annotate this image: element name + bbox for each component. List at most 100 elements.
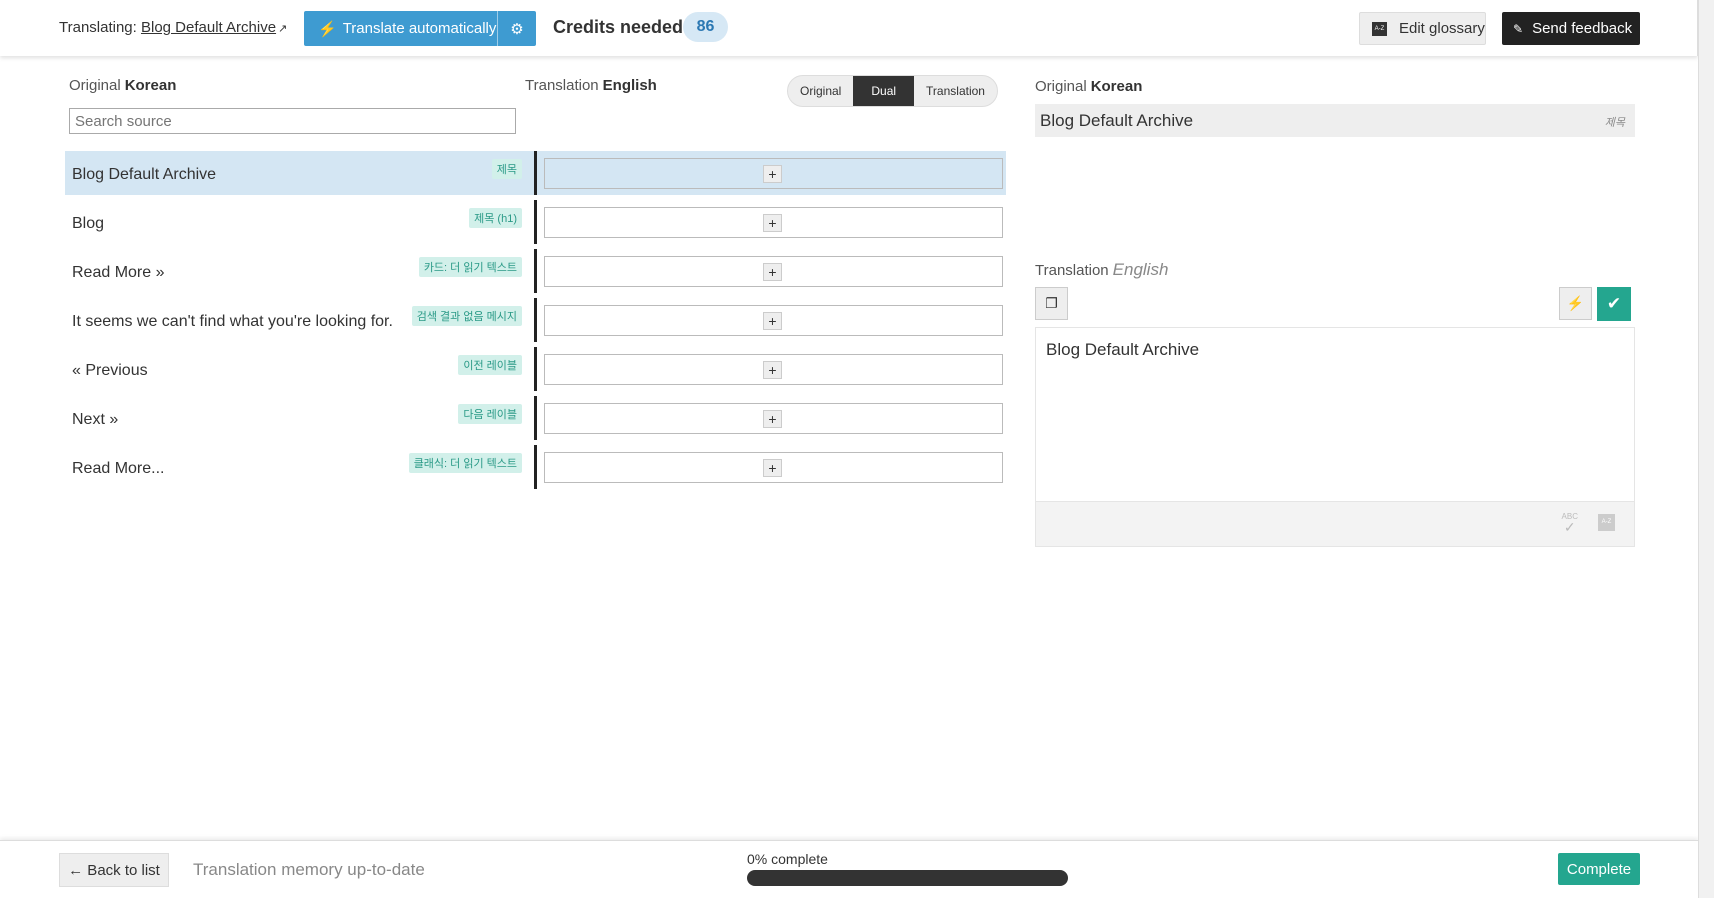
detail-original-lang: Korean	[1090, 78, 1143, 95]
add-translation-button[interactable]: +	[763, 263, 782, 281]
view-mode-toggle: Original Dual Translation	[787, 75, 998, 107]
translation-label: Translation	[525, 77, 599, 94]
segment-source[interactable]: Blog 제목 (h1)	[65, 200, 534, 244]
bottom-toolbar: ← Back to list Translation memory up-to-…	[0, 840, 1698, 898]
segment-row[interactable]: It seems we can't find what you're looki…	[65, 298, 1006, 342]
segment-target-input[interactable]: +	[544, 305, 1003, 336]
spellcheck-icon[interactable]: ABC ✓	[1562, 512, 1578, 534]
segment-tag: 클래식: 더 읽기 텍스트	[408, 453, 522, 473]
search-source-input[interactable]	[69, 108, 516, 134]
translate-automatically-button[interactable]: ⚡ Translate automatically ⚙	[304, 11, 536, 46]
copy-source-button[interactable]: ❐	[1035, 287, 1068, 320]
segment-target-input[interactable]: +	[544, 354, 1003, 385]
glossary-icon[interactable]: A-Z	[1598, 514, 1615, 531]
translating-label: Translating:	[59, 19, 137, 36]
add-translation-button[interactable]: +	[763, 361, 782, 379]
detail-translation-header: Translation English	[1035, 260, 1168, 280]
segment-tag: 제목	[491, 159, 522, 179]
segment-source-text: Blog	[72, 215, 105, 232]
scrollbar[interactable]	[1698, 0, 1714, 898]
add-translation-button[interactable]: +	[763, 459, 782, 477]
original-label: Original	[69, 77, 121, 94]
translation-lang: English	[602, 77, 657, 94]
segment-source-text: Read More...	[72, 460, 165, 477]
segment-target-input[interactable]: +	[544, 158, 1003, 189]
segment-source[interactable]: Read More... 클래식: 더 읽기 텍스트	[65, 445, 534, 489]
view-mode-original[interactable]: Original	[788, 76, 853, 106]
segment-tag: 카드: 더 읽기 텍스트	[418, 257, 522, 277]
segment-target-input[interactable]: +	[544, 403, 1003, 434]
translation-language-header: Translation English	[525, 77, 657, 94]
progress-bar	[747, 870, 1068, 886]
glossary-icon: A-Z	[1372, 21, 1387, 36]
original-language-header: Original Korean	[69, 77, 176, 94]
detail-original-label: Original	[1035, 78, 1087, 95]
credits-label: Credits needed	[553, 17, 684, 37]
segment-row[interactable]: Read More » 카드: 더 읽기 텍스트 +	[65, 249, 1006, 293]
segment-tag: 이전 레이블	[458, 355, 522, 375]
view-mode-translation[interactable]: Translation	[914, 76, 997, 106]
back-to-list-button[interactable]: ← Back to list	[59, 853, 169, 887]
top-toolbar: Translating: Blog Default Archive ↗ ⚡ Tra…	[0, 0, 1698, 56]
segment-target-wrap: +	[537, 200, 1006, 244]
detail-original-value: Blog Default Archive	[1040, 111, 1194, 130]
segment-target-input[interactable]: +	[544, 207, 1003, 238]
segment-target-wrap: +	[537, 249, 1006, 293]
page-link[interactable]: Blog Default Archive	[141, 19, 276, 36]
segment-source-text: It seems we can't find what you're looki…	[72, 313, 393, 330]
segment-row[interactable]: Blog 제목 (h1) +	[65, 200, 1006, 244]
segment-target-wrap: +	[537, 445, 1006, 489]
send-feedback-button[interactable]: ✎ Send feedback	[1502, 12, 1640, 45]
lightning-icon: ⚡	[1566, 295, 1585, 311]
segment-source-text: Blog Default Archive	[72, 166, 217, 183]
original-lang: Korean	[124, 77, 177, 94]
pencil-icon: ✎	[1513, 21, 1524, 36]
segment-source[interactable]: Blog Default Archive 제목	[65, 151, 534, 195]
copy-icon: ❐	[1045, 295, 1058, 311]
segment-tag: 다음 레이블	[458, 404, 522, 424]
send-feedback-label: Send feedback	[1532, 20, 1633, 37]
segment-source-text: Next »	[72, 411, 119, 428]
add-translation-button[interactable]: +	[763, 312, 782, 330]
segment-row[interactable]: Read More... 클래식: 더 읽기 텍스트 +	[65, 445, 1006, 489]
detail-translation-lang: English	[1112, 260, 1169, 279]
add-translation-button[interactable]: +	[763, 410, 782, 428]
check-icon: ✔	[1606, 294, 1622, 313]
segment-source-text: Read More »	[72, 264, 165, 281]
view-mode-dual[interactable]: Dual	[853, 76, 915, 106]
segment-row[interactable]: « Previous 이전 레이블 +	[65, 347, 1006, 391]
segment-target-input[interactable]: +	[544, 256, 1003, 287]
confirm-translation-button[interactable]: ✔	[1597, 287, 1631, 321]
edit-glossary-button[interactable]: A-Z Edit glossary	[1359, 12, 1486, 45]
add-translation-button[interactable]: +	[763, 214, 782, 232]
lightning-icon: ⚡	[318, 20, 337, 38]
segment-source[interactable]: Read More » 카드: 더 읽기 텍스트	[65, 249, 534, 293]
auto-translate-segment-button[interactable]: ⚡	[1559, 287, 1592, 320]
segment-target-input[interactable]: +	[544, 452, 1003, 483]
gear-icon[interactable]: ⚙	[498, 20, 536, 38]
segment-source[interactable]: It seems we can't find what you're looki…	[65, 298, 534, 342]
detail-original-tag: 제목	[1604, 117, 1625, 129]
translation-editor-text: Blog Default Archive	[1046, 340, 1200, 359]
segment-source[interactable]: Next » 다음 레이블	[65, 396, 534, 440]
segment-tag: 제목 (h1)	[469, 208, 522, 228]
segment-tag: 검색 결과 없음 메시지	[411, 306, 522, 326]
translate-automatically-main[interactable]: ⚡ Translate automatically	[304, 11, 498, 46]
complete-button[interactable]: Complete	[1558, 853, 1640, 885]
segment-source[interactable]: « Previous 이전 레이블	[65, 347, 534, 391]
segment-row[interactable]: Next » 다음 레이블 +	[65, 396, 1006, 440]
detail-original-text: Blog Default Archive 제목	[1035, 104, 1635, 137]
add-translation-button[interactable]: +	[763, 165, 782, 183]
segment-target-wrap: +	[537, 396, 1006, 440]
editor-footer: ABC ✓ A-Z	[1035, 501, 1635, 547]
translation-editor[interactable]: Blog Default Archive	[1035, 327, 1635, 502]
detail-original-header: Original Korean	[1035, 78, 1142, 95]
segment-target-wrap: +	[537, 151, 1006, 195]
segment-target-wrap: +	[537, 298, 1006, 342]
memory-status: Translation memory up-to-date	[193, 860, 425, 879]
credits-badge: 86	[683, 12, 728, 42]
progress-label: 0% complete	[747, 851, 828, 867]
segment-target-wrap: +	[537, 347, 1006, 391]
segment-row[interactable]: Blog Default Archive 제목 +	[65, 151, 1006, 195]
edit-glossary-label: Edit glossary	[1399, 20, 1485, 37]
